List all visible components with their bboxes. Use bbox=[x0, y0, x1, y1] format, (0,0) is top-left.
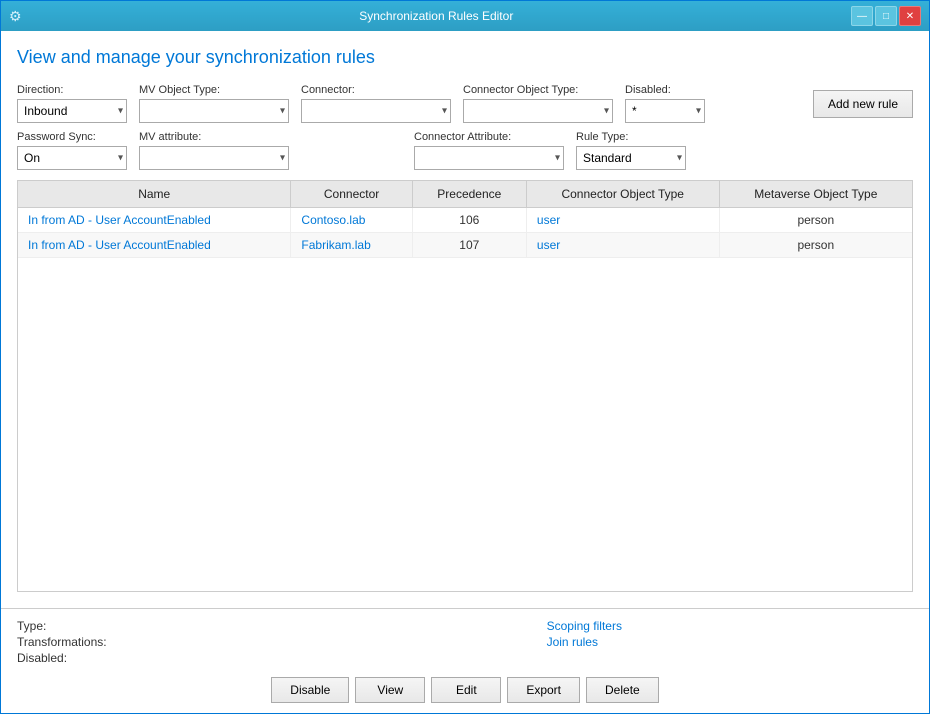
col-connector: Connector bbox=[291, 181, 412, 208]
page-title: View and manage your synchronization rul… bbox=[17, 47, 913, 68]
disabled-label: Disabled: bbox=[625, 84, 705, 96]
view-button[interactable]: View bbox=[355, 677, 425, 703]
mv-attribute-select-wrapper bbox=[139, 146, 289, 170]
app-icon: ⚙ bbox=[9, 8, 22, 25]
maximize-button[interactable]: □ bbox=[875, 6, 897, 26]
filter-area: Direction: Inbound Outbound MV Object Ty… bbox=[17, 84, 913, 170]
table-row[interactable]: In from AD - User AccountEnabled Fabrika… bbox=[18, 233, 912, 258]
col-metaverse-obj-type: Metaverse Object Type bbox=[719, 181, 912, 208]
password-sync-label: Password Sync: bbox=[17, 131, 127, 143]
bottom-info: Type: Transformations: Disabled: Scoping… bbox=[17, 619, 913, 665]
window-title: Synchronization Rules Editor bbox=[22, 9, 851, 23]
cell-meta-obj-type-2: person bbox=[719, 233, 912, 258]
window-controls: — □ ✕ bbox=[851, 6, 921, 26]
table-row[interactable]: In from AD - User AccountEnabled Contoso… bbox=[18, 208, 912, 233]
col-precedence: Precedence bbox=[412, 181, 526, 208]
mv-object-type-select[interactable] bbox=[139, 99, 289, 123]
cell-connector-1: Contoso.lab bbox=[291, 208, 412, 233]
disabled-select-wrapper: * Yes No bbox=[625, 99, 705, 123]
rule-type-select[interactable]: Standard Sticky bbox=[576, 146, 686, 170]
connector-group: Connector: bbox=[301, 84, 451, 123]
direction-group: Direction: Inbound Outbound bbox=[17, 84, 127, 123]
connector-label: Connector: bbox=[301, 84, 451, 96]
mv-attribute-select[interactable] bbox=[139, 146, 289, 170]
connector-obj-type-select[interactable] bbox=[463, 99, 613, 123]
connector-obj-type-select-wrapper bbox=[463, 99, 613, 123]
bottom-buttons: Disable View Edit Export Delete bbox=[17, 677, 913, 703]
info-right: Scoping filters Join rules bbox=[547, 619, 622, 665]
mv-object-type-label: MV Object Type: bbox=[139, 84, 289, 96]
cell-connector-2: Fabrikam.lab bbox=[291, 233, 412, 258]
rule-type-label: Rule Type: bbox=[576, 131, 686, 143]
disable-button[interactable]: Disable bbox=[271, 677, 349, 703]
filter-row-2: Password Sync: On Off MV attribute: bbox=[17, 131, 913, 170]
transformations-label: Transformations: bbox=[17, 635, 107, 649]
rules-table-container: Name Connector Precedence Connector Obje… bbox=[17, 180, 913, 592]
table-header: Name Connector Precedence Connector Obje… bbox=[18, 181, 912, 208]
rule-type-group: Rule Type: Standard Sticky bbox=[576, 131, 686, 170]
main-window: ⚙ Synchronization Rules Editor — □ ✕ Vie… bbox=[0, 0, 930, 714]
cell-name-1: In from AD - User AccountEnabled bbox=[18, 208, 291, 233]
mv-object-type-select-wrapper bbox=[139, 99, 289, 123]
scoping-filters-link[interactable]: Scoping filters bbox=[547, 619, 622, 633]
connector-select[interactable] bbox=[301, 99, 451, 123]
cell-name-2: In from AD - User AccountEnabled bbox=[18, 233, 291, 258]
mv-attribute-group: MV attribute: bbox=[139, 131, 289, 170]
filter-row-1: Direction: Inbound Outbound MV Object Ty… bbox=[17, 84, 913, 123]
rule-type-select-wrapper: Standard Sticky bbox=[576, 146, 686, 170]
info-left: Type: Transformations: Disabled: bbox=[17, 619, 107, 665]
edit-button[interactable]: Edit bbox=[431, 677, 501, 703]
type-label: Type: bbox=[17, 619, 107, 633]
cell-conn-obj-type-2: user bbox=[526, 233, 719, 258]
col-connector-obj-type: Connector Object Type bbox=[526, 181, 719, 208]
connector-select-wrapper bbox=[301, 99, 451, 123]
direction-select-wrapper: Inbound Outbound bbox=[17, 99, 127, 123]
connector-attr-label: Connector Attribute: bbox=[414, 131, 564, 143]
close-button[interactable]: ✕ bbox=[899, 6, 921, 26]
disabled-group: Disabled: * Yes No bbox=[625, 84, 705, 123]
mv-object-type-group: MV Object Type: bbox=[139, 84, 289, 123]
join-rules-link[interactable]: Join rules bbox=[547, 635, 622, 649]
connector-attr-group: Connector Attribute: bbox=[414, 131, 564, 170]
cell-conn-obj-type-1: user bbox=[526, 208, 719, 233]
cell-meta-obj-type-1: person bbox=[719, 208, 912, 233]
direction-select[interactable]: Inbound Outbound bbox=[17, 99, 127, 123]
add-new-rule-button[interactable]: Add new rule bbox=[813, 90, 913, 118]
disabled-select[interactable]: * Yes No bbox=[625, 99, 705, 123]
connector-attr-select[interactable] bbox=[414, 146, 564, 170]
export-button[interactable]: Export bbox=[507, 677, 580, 703]
col-name: Name bbox=[18, 181, 291, 208]
connector-attr-select-wrapper bbox=[414, 146, 564, 170]
bottom-disabled-label: Disabled: bbox=[17, 651, 107, 665]
minimize-button[interactable]: — bbox=[851, 6, 873, 26]
direction-label: Direction: bbox=[17, 84, 127, 96]
cell-precedence-2: 107 bbox=[412, 233, 526, 258]
connector-obj-type-group: Connector Object Type: bbox=[463, 84, 613, 123]
password-sync-select[interactable]: On Off bbox=[17, 146, 127, 170]
password-sync-group: Password Sync: On Off bbox=[17, 131, 127, 170]
main-content: View and manage your synchronization rul… bbox=[1, 31, 929, 608]
password-sync-select-wrapper: On Off bbox=[17, 146, 127, 170]
rules-table: Name Connector Precedence Connector Obje… bbox=[18, 181, 912, 258]
connector-obj-type-label: Connector Object Type: bbox=[463, 84, 613, 96]
delete-button[interactable]: Delete bbox=[586, 677, 659, 703]
bottom-bar: Type: Transformations: Disabled: Scoping… bbox=[1, 608, 929, 713]
mv-attribute-label: MV attribute: bbox=[139, 131, 289, 143]
title-bar: ⚙ Synchronization Rules Editor — □ ✕ bbox=[1, 1, 929, 31]
table-body: In from AD - User AccountEnabled Contoso… bbox=[18, 208, 912, 258]
cell-precedence-1: 106 bbox=[412, 208, 526, 233]
